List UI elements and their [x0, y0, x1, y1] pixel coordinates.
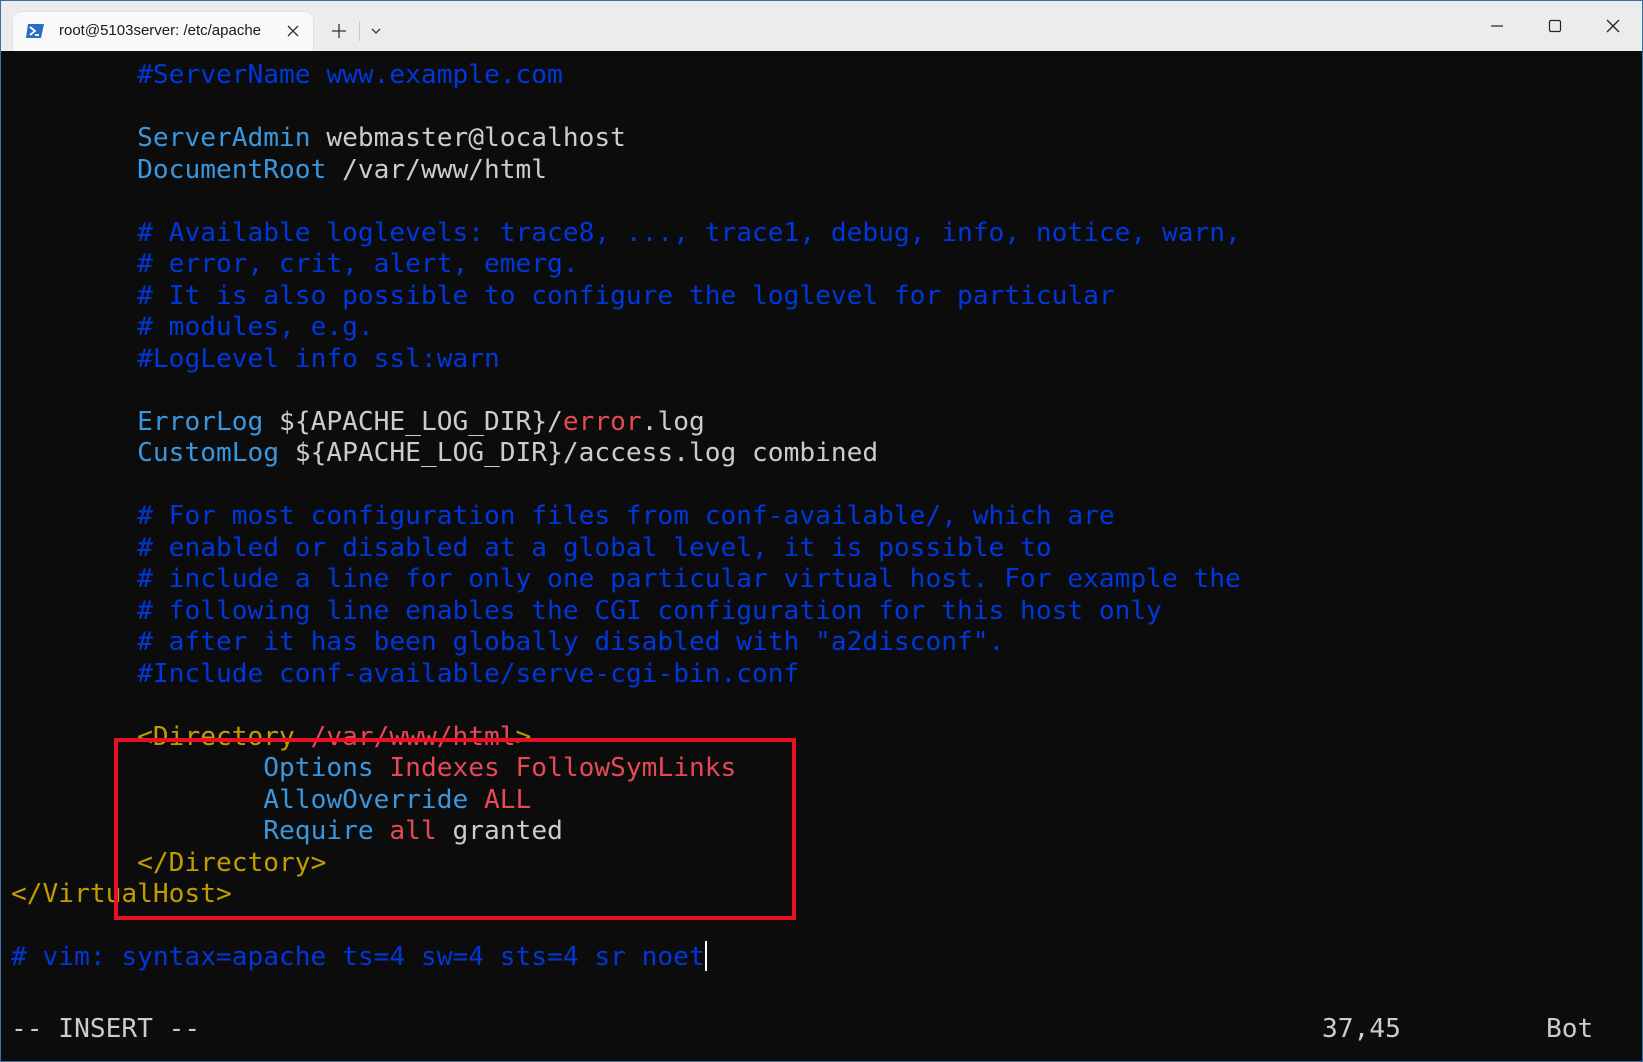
code-token: error [562, 406, 642, 437]
code-token: # modules, e.g. [137, 312, 374, 342]
editor-line[interactable]: # vim: syntax=apache ts=4 sw=4 sts=4 sr … [11, 940, 707, 974]
editor-line[interactable]: ErrorLog ${APACHE_LOG_DIR}/error.log [11, 406, 705, 439]
code-token: # include a line for only one particular… [137, 564, 1241, 594]
editor-line[interactable]: # modules, e.g. [11, 311, 374, 344]
code-token: # It is also possible to configure the l… [137, 280, 1115, 311]
powershell-icon [25, 21, 45, 41]
text-cursor [704, 940, 707, 971]
chevron-down-icon[interactable] [366, 21, 386, 41]
code-token: .log [641, 406, 705, 437]
code-token: # vim: syntax=apache ts=4 sw=4 sts=4 sr … [11, 942, 705, 972]
editor-line[interactable]: ServerAdmin webmaster@localhost [11, 122, 626, 155]
minimize-icon[interactable] [1468, 1, 1526, 51]
code-token: webmaster@localhost [310, 123, 626, 153]
scroll-position: Bot [1546, 1014, 1594, 1044]
editor-line[interactable]: # enabled or disabled at a global level,… [11, 532, 1052, 565]
code-token: # error, crit, alert, emerg. [137, 249, 579, 279]
editor-line[interactable]: # following line enables the CGI configu… [11, 595, 1162, 628]
editor-line[interactable]: #ServerName www.example.com [11, 59, 563, 92]
code-token: # For most configuration files from conf… [137, 501, 1115, 531]
code-token: # Available loglevels: trace8, ..., trac… [137, 217, 1241, 248]
code-token: DocumentRoot [137, 154, 327, 185]
editor-line[interactable]: #LogLevel info ssl:warn [11, 343, 500, 376]
code-token: # after it has been globally disabled wi… [137, 627, 1005, 657]
code-token: ${APACHE_LOG_DIR}/ [263, 406, 563, 437]
maximize-icon[interactable] [1526, 1, 1584, 51]
code-token: /var/www/html [326, 154, 548, 185]
plus-icon[interactable] [327, 19, 351, 43]
title-bar[interactable]: root@5103server: /etc/apache [1, 1, 1642, 51]
tab-title: root@5103server: /etc/apache [59, 22, 262, 39]
close-icon[interactable] [283, 21, 303, 41]
code-token: ServerAdmin [137, 123, 311, 153]
code-token: # enabled or disabled at a global level,… [137, 532, 1052, 563]
editor-line[interactable]: # include a line for only one particular… [11, 563, 1241, 596]
code-token: # following line enables the CGI configu… [137, 595, 1162, 626]
close-icon[interactable] [1584, 1, 1642, 51]
mode-indicator: -- INSERT -- [11, 1014, 201, 1044]
terminal-window: root@5103server: /etc/apache #ServerName… [0, 0, 1643, 1062]
code-token: ${APACHE_LOG_DIR}/access.log combined [279, 438, 879, 468]
tab-terminal[interactable]: root@5103server: /etc/apache [13, 12, 313, 51]
code-token: #Include conf-available/serve-cgi-bin.co… [137, 658, 800, 689]
tab-separator [359, 21, 360, 41]
editor-line[interactable]: # It is also possible to configure the l… [11, 280, 1115, 313]
highlight-box [114, 738, 796, 920]
editor-line[interactable]: #Include conf-available/serve-cgi-bin.co… [11, 658, 799, 691]
editor-line[interactable]: DocumentRoot /var/www/html [11, 154, 547, 187]
cursor-position: 37,45 [1322, 1014, 1401, 1044]
editor-line[interactable]: # after it has been globally disabled wi… [11, 626, 1004, 659]
terminal-content[interactable]: #ServerName www.example.com ServerAdmin … [1, 51, 1642, 1061]
code-token: ErrorLog [137, 406, 264, 437]
editor-line[interactable]: # error, crit, alert, emerg. [11, 248, 579, 281]
code-token: #ServerName www.example.com [137, 60, 563, 90]
editor-line[interactable]: # Available loglevels: trace8, ..., trac… [11, 217, 1241, 250]
code-token: CustomLog [137, 438, 280, 468]
editor-line[interactable]: # For most configuration files from conf… [11, 500, 1115, 533]
editor-line[interactable]: CustomLog ${APACHE_LOG_DIR}/access.log c… [11, 437, 878, 470]
code-token: #LogLevel info ssl:warn [137, 343, 500, 374]
